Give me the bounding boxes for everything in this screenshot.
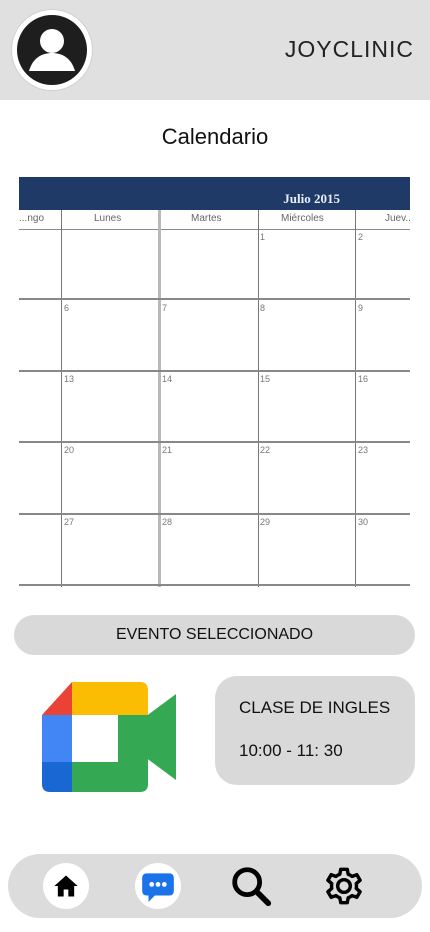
calendar-weekday-row: ...ngo Lunes Martes Miércoles Juev... xyxy=(19,210,410,230)
calendar-date[interactable]: 27 xyxy=(64,517,74,527)
event-details-card[interactable]: CLASE DE INGLES 10:00 - 11: 30 xyxy=(215,676,415,785)
calendar-date[interactable]: 1 xyxy=(260,232,265,242)
calendar-date[interactable]: 13 xyxy=(64,374,74,384)
calendar-date[interactable]: 7 xyxy=(162,303,167,313)
calendar-gridline xyxy=(19,584,410,586)
nav-search-button[interactable] xyxy=(228,863,274,909)
calendar-view[interactable]: Julio 2015 ...ngo Lunes Martes Miércoles… xyxy=(19,177,410,587)
calendar-date[interactable]: 29 xyxy=(260,517,270,527)
calendar-date[interactable]: 20 xyxy=(64,445,74,455)
chat-icon xyxy=(142,873,174,902)
calendar-gridline xyxy=(19,298,410,300)
page-title: Calendario xyxy=(161,124,269,149)
search-icon xyxy=(232,867,272,907)
weekday-label: ...ngo xyxy=(19,213,45,224)
calendar-date[interactable]: 15 xyxy=(260,374,270,384)
calendar-date[interactable]: 9 xyxy=(358,303,363,313)
profile-avatar-button[interactable] xyxy=(12,10,92,90)
selected-event-bar[interactable]: EVENTO SELECCIONADO xyxy=(14,615,415,655)
calendar-date[interactable]: 14 xyxy=(162,374,172,384)
selected-event-label: EVENTO SELECCIONADO xyxy=(115,626,314,643)
weekday-label: Lunes xyxy=(94,213,122,224)
calendar-gridline xyxy=(158,210,161,587)
calendar-date[interactable]: 8 xyxy=(260,303,265,313)
calendar-gridline xyxy=(61,210,62,587)
user-avatar-icon xyxy=(15,13,89,87)
calendar-gridline xyxy=(19,513,410,515)
calendar-month-label: Julio 2015 xyxy=(283,191,340,206)
calendar-date[interactable]: 6 xyxy=(64,303,69,313)
calendar-date[interactable]: 23 xyxy=(358,445,368,455)
weekday-label: Miércoles xyxy=(281,213,324,224)
calendar-gridline xyxy=(258,210,259,587)
home-icon xyxy=(54,875,78,897)
calendar-date[interactable]: 16 xyxy=(358,374,368,384)
calendar-date[interactable]: 28 xyxy=(162,517,172,527)
calendar-gridline xyxy=(355,210,356,587)
calendar-date[interactable]: 21 xyxy=(162,445,172,455)
calendar-header: Julio 2015 xyxy=(19,177,410,210)
calendar-gridline xyxy=(19,370,410,372)
nav-settings-button[interactable] xyxy=(321,863,367,909)
weekday-label: Juev... xyxy=(385,213,410,224)
event-name: CLASE DE INGLES xyxy=(239,698,391,717)
weekday-label: Martes xyxy=(191,213,222,224)
calendar-date[interactable]: 22 xyxy=(260,445,270,455)
bottom-nav xyxy=(8,854,422,918)
gear-icon xyxy=(326,867,362,905)
calendar-date[interactable]: 30 xyxy=(358,517,368,527)
nav-home-button[interactable] xyxy=(43,863,89,909)
app-header: JOYCLINIC xyxy=(0,0,430,100)
event-time: 10:00 - 11: 30 xyxy=(239,741,343,760)
google-meet-icon[interactable] xyxy=(42,682,178,792)
nav-chat-button[interactable] xyxy=(135,863,181,909)
brand-title: JOYCLINIC xyxy=(284,36,414,62)
calendar-date[interactable]: 2 xyxy=(358,232,363,242)
calendar-gridline xyxy=(19,441,410,443)
